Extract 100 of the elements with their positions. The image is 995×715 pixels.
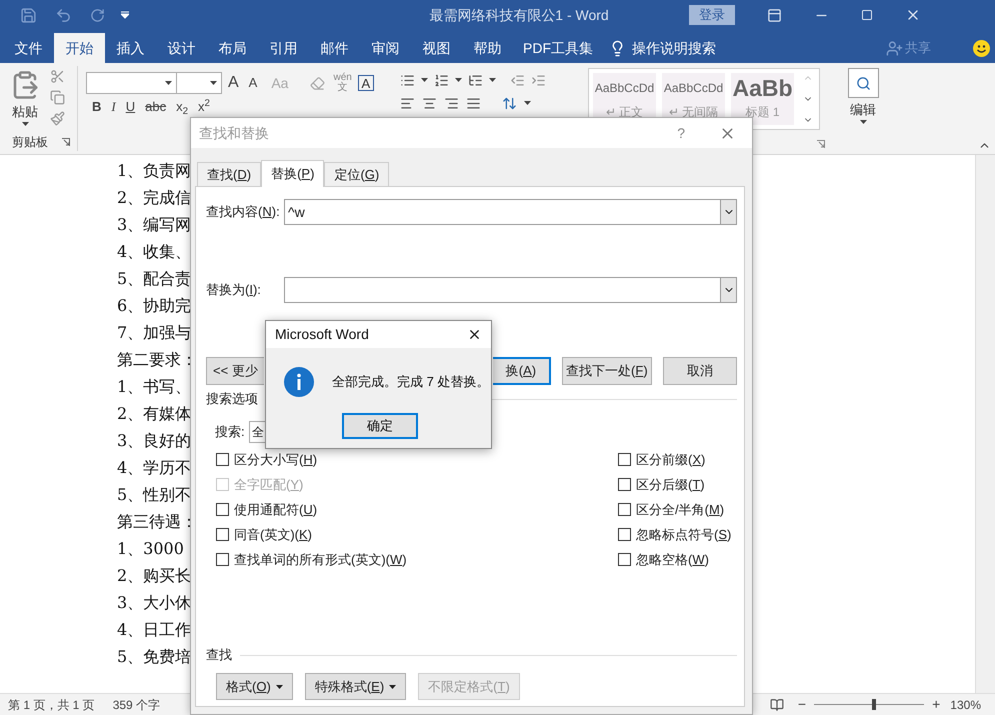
font-format-button[interactable]: x$^{2}$ (198, 97, 210, 117)
redo-icon[interactable] (90, 8, 105, 22)
help-button[interactable]: ? (677, 122, 685, 144)
document-line: 6、协助完 (117, 295, 192, 317)
ribbon-tab[interactable]: 视图 (411, 33, 462, 63)
dialog-launcher-icon[interactable] (62, 138, 70, 146)
checkbox[interactable] (618, 453, 631, 466)
dialog-tab[interactable]: 查找(D) (197, 162, 262, 186)
format-button[interactable]: 格式(O) (216, 673, 293, 700)
increase-indent-icon[interactable] (531, 72, 546, 88)
ribbon-tab[interactable]: 设计 (156, 33, 207, 63)
justify-icon[interactable] (466, 96, 481, 110)
word-count[interactable]: 359 个字 (112, 696, 160, 714)
smiley-icon[interactable] (973, 40, 990, 56)
style-item[interactable]: AaBb 标题 1 (731, 73, 794, 125)
checkbox[interactable] (216, 553, 229, 566)
paste-button[interactable]: 粘贴 (12, 102, 38, 122)
page-count[interactable]: 第 1 页，共 1 页 (8, 696, 95, 714)
ribbon-tab[interactable]: 引用 (258, 33, 309, 63)
font-format-button[interactable]: B (92, 97, 102, 117)
font-format-button[interactable]: U (126, 97, 136, 117)
caret-icon (210, 81, 217, 85)
document-line: 1、书写、 (117, 376, 192, 398)
checkbox[interactable] (216, 528, 229, 541)
zoom-slider-thumb[interactable] (872, 699, 876, 710)
checkbox[interactable] (618, 478, 631, 491)
ribbon-tab[interactable]: 审阅 (360, 33, 411, 63)
dialog-button[interactable]: 取消 (662, 357, 737, 385)
font-name-field[interactable] (86, 72, 177, 94)
ok-button[interactable]: 确定 (342, 413, 418, 439)
dialog-button[interactable]: 查找下一处(F) (562, 357, 652, 385)
checkbox[interactable] (618, 553, 631, 566)
document-line: 5、免费培 (117, 646, 192, 668)
dialog-button[interactable]: 换(A) (492, 357, 552, 385)
vertical-scrollbar[interactable] (975, 155, 995, 693)
ribbon-tab[interactable]: PDF工具集 (513, 33, 603, 63)
checkbox-label: 区分全/半角(M) (636, 500, 724, 519)
copy-icon[interactable] (50, 90, 65, 105)
close-icon[interactable] (467, 327, 482, 342)
zoom-slider[interactable] (814, 699, 924, 710)
ribbon-tab[interactable]: 布局 (207, 33, 258, 63)
customize-icon[interactable] (121, 11, 129, 19)
checkbox-label: 忽略标点符号(S) (636, 526, 732, 544)
font-format-button[interactable]: abc (145, 97, 166, 117)
dialog-tab[interactable]: 替换(P) (261, 160, 324, 187)
line-spacing-icon[interactable] (502, 96, 517, 110)
ribbon-tab[interactable]: 文件 (3, 33, 54, 63)
document-line: 5、性别不 (117, 484, 192, 506)
style-name: 标题 1 (745, 104, 780, 121)
bullets-icon[interactable] (400, 72, 415, 88)
save-icon[interactable] (20, 6, 37, 24)
document-line: 4、收集、 (117, 241, 192, 263)
align-left-icon[interactable] (400, 96, 415, 110)
document-line: 3、大小休 (117, 592, 192, 614)
replace-field[interactable] (284, 277, 737, 303)
read-mode-icon[interactable] (770, 698, 784, 712)
undo-icon[interactable] (55, 6, 72, 24)
format-button[interactable]: 特殊格式(E) (304, 673, 406, 700)
dialog-button[interactable]: << 更少 (206, 357, 264, 385)
shrink-font-button[interactable]: A (248, 73, 258, 93)
font-size-field[interactable] (177, 72, 222, 94)
dialog-launcher-icon[interactable] (817, 140, 825, 148)
document-line: 1、3000 (117, 538, 184, 560)
format-painter-icon[interactable] (50, 111, 65, 126)
checkbox-label: 区分后缀(T) (636, 476, 705, 494)
ribbon-tab[interactable]: 帮助 (462, 33, 513, 63)
find-field[interactable]: ^w (284, 199, 737, 225)
ribbon-tab[interactable]: 插入 (105, 33, 156, 63)
find-button[interactable] (848, 68, 878, 98)
dialog-tab[interactable]: 定位(G) (324, 162, 390, 186)
sign-in-button[interactable]: 登录 (689, 5, 735, 25)
checkbox[interactable] (618, 528, 631, 541)
document-line: 第二要求： (117, 349, 197, 371)
decrease-indent-icon[interactable] (510, 72, 525, 88)
numbering-icon[interactable] (434, 72, 449, 88)
ribbon-tab[interactable]: 开始 (54, 33, 105, 63)
ribbon-display-icon[interactable] (767, 8, 782, 22)
zoom-in-button[interactable]: + (932, 694, 940, 715)
checkbox[interactable] (216, 453, 229, 466)
zoom-out-button[interactable]: − (798, 694, 806, 715)
maximize-icon[interactable] (861, 9, 873, 21)
share-icon[interactable] (886, 40, 903, 56)
caret-icon (421, 78, 428, 82)
character-border-button[interactable]: A (358, 75, 374, 91)
ribbon-tab[interactable]: 邮件 (309, 33, 360, 63)
font-format-button[interactable]: I (111, 97, 116, 117)
tell-me-search[interactable]: 操作说明搜索 (632, 38, 716, 58)
align-center-icon[interactable] (422, 96, 437, 110)
editing-button[interactable]: 编辑 (850, 100, 876, 120)
cut-icon[interactable] (50, 69, 65, 84)
document-line: 5、配合责 (117, 268, 192, 290)
align-right-icon[interactable] (444, 96, 459, 110)
zoom-level[interactable]: 130% (950, 696, 981, 714)
section-title: 搜索选项 (206, 390, 258, 408)
caret-icon (22, 122, 28, 126)
checkbox[interactable] (216, 503, 229, 516)
multilevel-list-icon[interactable] (468, 72, 483, 88)
grow-font-button[interactable]: A (228, 71, 239, 95)
font-format-button[interactable]: x$_{2}$ (176, 97, 188, 117)
checkbox[interactable] (618, 503, 631, 516)
